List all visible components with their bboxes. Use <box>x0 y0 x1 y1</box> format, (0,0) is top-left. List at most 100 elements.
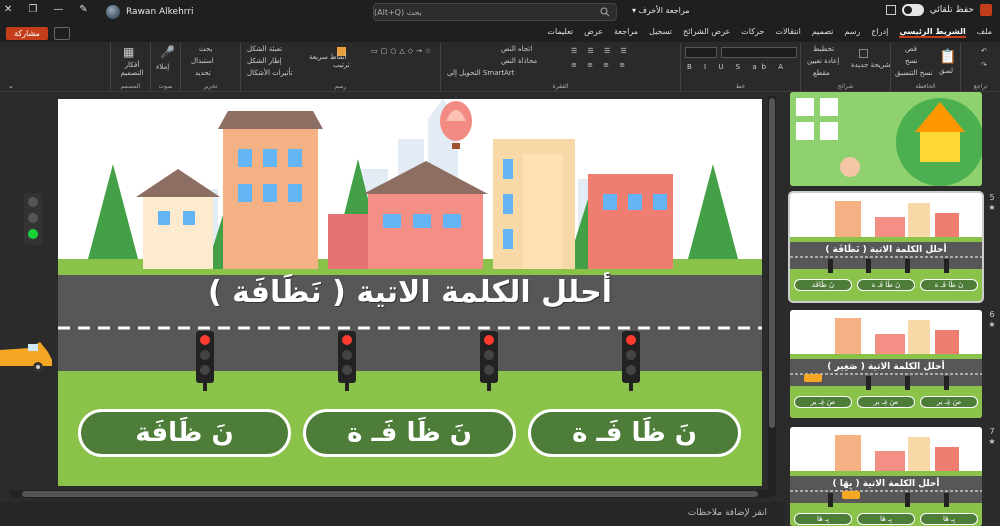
autosave-label: حفظ تلقائي <box>929 5 974 15</box>
format-painter-button[interactable]: نسخ التنسيق <box>895 69 932 77</box>
avatar <box>106 5 120 19</box>
layout-button[interactable]: تخطيط <box>813 45 834 53</box>
thumbnail-answer: بِـ هَا <box>920 513 978 525</box>
list-buttons[interactable]: ☰ ☰ ☰ ☰ <box>571 47 631 55</box>
star-icon: ★ <box>988 437 996 446</box>
restore-icon[interactable]: ❐ <box>28 4 37 15</box>
group-label: المصمم <box>120 83 141 90</box>
tab-design[interactable]: تصميم <box>812 27 834 38</box>
tab-file[interactable]: ملف <box>977 27 992 38</box>
thumbnail-answer: بِـ هَا <box>794 513 852 525</box>
notes-pane[interactable]: انقر لإضافة ملاحظات <box>0 502 785 526</box>
tab-transitions[interactable]: انتقالات <box>775 27 800 38</box>
answer-button-1[interactable]: نَ ظَا فَـ ة <box>528 409 741 457</box>
tab-view[interactable]: عرض <box>584 27 603 38</box>
group-voice: 🎤 إملاء صوت <box>150 43 180 91</box>
redo-icon[interactable]: ↷ <box>981 61 987 69</box>
tab-draw[interactable]: رسم <box>844 27 860 38</box>
ribbon-tabs: ملف الشريط الرئيسي إدراج رسم تصميم انتقا… <box>547 27 992 38</box>
quick-styles-button[interactable]: أنماط سريعة <box>309 53 347 61</box>
arrange-button[interactable]: ترتيب <box>333 61 350 69</box>
minimize-icon[interactable]: — <box>53 4 63 15</box>
current-slide[interactable]: أحلل الكلمة الاتية ( نَظَافَة ) نَ ظَا ف… <box>58 99 762 486</box>
window-controls: ✕ ❐ — ✎ <box>4 4 88 15</box>
star-icon: ★ <box>988 203 996 212</box>
tab-home[interactable]: الشريط الرئيسي <box>899 27 966 38</box>
comments-button[interactable] <box>54 27 70 40</box>
autosave-toggle[interactable] <box>901 4 924 16</box>
thumbnail-title: أحلل الكلمة الاتية ( صَغِير ) <box>827 362 945 372</box>
copy-button[interactable]: نسخ <box>905 57 918 65</box>
shape-effects-button[interactable]: تأثيرات الأشكال <box>247 69 293 77</box>
paste-button[interactable]: لصق <box>939 67 953 75</box>
review-dropdown[interactable]: مراجعة الأخرف ▾ <box>632 6 690 15</box>
design-ideas-button[interactable]: أفكار التصميم <box>115 61 149 77</box>
group-font: B I U S ab A خط <box>680 43 800 91</box>
find-button[interactable]: بحث <box>199 45 212 53</box>
search-icon <box>600 7 610 17</box>
answer-button-2[interactable]: نَ ظَا فَـ ة <box>303 409 516 457</box>
new-slide-icon[interactable] <box>857 49 868 58</box>
user-account[interactable]: Rawan Alkehrri <box>106 5 194 19</box>
horizontal-scrollbar[interactable] <box>10 490 770 498</box>
slide-thumbnail[interactable] <box>790 92 982 186</box>
replace-button[interactable]: استبدال <box>191 57 214 65</box>
tab-insert[interactable]: إدراج <box>871 27 888 38</box>
reset-button[interactable]: إعادة تعيين <box>807 57 839 65</box>
font-name-field[interactable] <box>721 47 797 58</box>
undo-icon[interactable]: ↶ <box>981 47 987 55</box>
slide-thumbnail-selected[interactable]: أحلل الكلمة الاتية ( نَظَافَة ) نَ ظَا ف… <box>788 191 984 303</box>
tab-slideshow[interactable]: عرض الشرائح <box>683 27 730 38</box>
ribbon-collapse-icon[interactable]: ⌄ <box>8 82 14 90</box>
align-text-button[interactable]: محاذاة النص <box>501 57 537 65</box>
microphone-icon[interactable]: 🎤 <box>160 45 175 59</box>
align-buttons[interactable]: ≡ ≡ ≡ ≡ <box>571 61 629 69</box>
tab-animations[interactable]: حركات <box>741 27 764 38</box>
share-button[interactable]: مشاركة <box>6 27 48 40</box>
slide-thumbnail[interactable]: أحلل الكلمة الاتية ( بِهَا ) بِـ هَا بِـ… <box>790 427 982 526</box>
font-size-field[interactable] <box>685 47 717 58</box>
vertical-scrollbar[interactable] <box>768 96 776 496</box>
text-direction-button[interactable]: اتجاه النص <box>501 45 532 53</box>
star-icon: ★ <box>988 320 996 329</box>
pen-icon[interactable]: ✎ <box>79 4 87 15</box>
designer-icon[interactable]: ▦ <box>123 45 134 59</box>
close-icon[interactable]: ✕ <box>4 4 12 15</box>
slide-thumbnail[interactable]: أحلل الكلمة الاتية ( صَغِير ) صَ غِـ ير … <box>790 310 982 418</box>
off-slide-traffic-light[interactable] <box>24 193 42 245</box>
thumbnail-answer: نَ ظَا فَـ ة <box>920 279 978 291</box>
font-format-buttons[interactable]: B I U S ab A <box>687 63 788 71</box>
thumbnail-number: 7 <box>989 427 995 436</box>
section-button[interactable]: مقطع <box>813 69 830 77</box>
group-label: خط <box>735 83 746 90</box>
group-editing: بحث استبدال تحديد تحرير <box>180 43 240 91</box>
group-label: تحرير <box>203 83 218 90</box>
shape-fill-button[interactable]: تعبئة الشكل <box>247 45 282 53</box>
save-icon[interactable] <box>885 5 896 15</box>
group-label: الفقرة <box>552 83 569 90</box>
paste-icon[interactable]: 📋 <box>939 49 956 65</box>
tab-help[interactable]: تعليمات <box>547 27 573 38</box>
shapes-gallery[interactable]: ▭▢○△◇→☆ <box>371 47 434 55</box>
group-drawing: ▭▢○△◇→☆ ترتيب أنماط سريعة تعبئة الشكل إط… <box>240 43 440 91</box>
slide-title[interactable]: أحلل الكلمة الاتية ( نَظَافَة ) <box>58 275 762 310</box>
off-slide-car[interactable] <box>0 338 54 372</box>
smartart-button[interactable]: التحويل إلى SmartArt <box>447 69 515 77</box>
dictate-button[interactable]: إملاء <box>156 63 169 71</box>
group-undo: ↶ ↷ تراجع <box>960 43 1000 91</box>
select-button[interactable]: تحديد <box>195 69 211 77</box>
new-slide-button[interactable]: شريحة جديدة <box>851 61 890 69</box>
group-designer: ▦ أفكار التصميم المصمم <box>110 43 150 91</box>
group-label: رسم <box>334 83 347 90</box>
tab-record[interactable]: تسجيل <box>649 27 672 38</box>
group-slides: شريحة جديدة تخطيط إعادة تعيين مقطع شرائح <box>800 43 890 91</box>
tab-review[interactable]: مراجعة <box>614 27 638 38</box>
thumbnail-title: أحلل الكلمة الاتية ( نَظَافَة ) <box>825 245 947 255</box>
answer-button-3[interactable]: نَ ظَافَة <box>78 409 291 457</box>
search-input[interactable]: بحث (Alt+Q) <box>373 3 617 21</box>
thumbnail-answer: نَ ظَافَة <box>794 279 852 291</box>
cut-button[interactable]: قص <box>905 45 917 53</box>
shape-outline-button[interactable]: إطار الشكل <box>247 57 282 65</box>
autosave: حفظ تلقائي <box>885 4 992 16</box>
thumbnail-answer: بِـ هَا <box>857 513 915 525</box>
